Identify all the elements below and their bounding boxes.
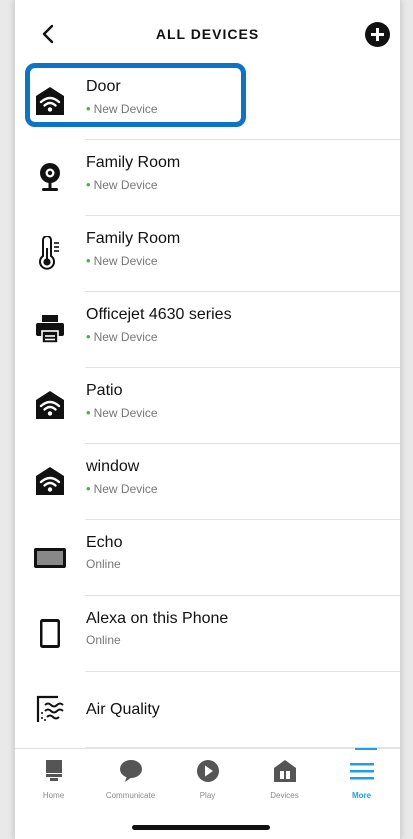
tab-label: Play — [199, 791, 216, 800]
wifi-home-icon — [36, 391, 64, 419]
header: ALL DEVICES — [15, 0, 400, 68]
device-status: • New Device — [86, 329, 158, 344]
device-name: Officejet 4630 series — [86, 306, 232, 323]
device-name: Echo — [86, 534, 123, 551]
device-row-echo[interactable]: Echo Online — [15, 520, 400, 596]
tab-label: Devices — [270, 791, 299, 800]
device-status: • New Device — [86, 253, 158, 268]
printer-icon — [36, 315, 64, 344]
device-row-family-room-camera[interactable]: Family Room • New Device — [15, 140, 400, 216]
chat-icon — [120, 760, 142, 782]
tab-label: Communicate — [105, 791, 156, 800]
tab-home[interactable]: Home — [15, 749, 92, 807]
device-status: Online — [86, 557, 121, 571]
device-list: Door • New Device Family Room • New Device — [15, 64, 400, 748]
device-row-family-room-thermostat[interactable]: Family Room • New Device — [15, 216, 400, 292]
home-indicator — [132, 825, 270, 830]
tab-more[interactable]: More — [323, 749, 400, 807]
device-status: • New Device — [86, 481, 158, 496]
devices-icon — [274, 760, 296, 782]
page-title: ALL DEVICES — [155, 26, 260, 42]
app-screen: ALL DEVICES Door • New Device Family Roo… — [14, 0, 401, 839]
device-name: Patio — [86, 382, 123, 399]
device-status: • New Device — [86, 177, 158, 192]
tab-play[interactable]: Play — [169, 749, 246, 807]
device-status: Online — [86, 633, 121, 647]
device-row-window[interactable]: window • New Device — [15, 444, 400, 520]
device-row-patio[interactable]: Patio • New Device — [15, 368, 400, 444]
tab-label: More — [351, 791, 372, 800]
wifi-home-icon — [36, 467, 64, 495]
device-row-officejet[interactable]: Officejet 4630 series • New Device — [15, 292, 400, 368]
tab-devices[interactable]: Devices — [246, 749, 323, 807]
device-status: • New Device — [86, 405, 158, 420]
device-name: Family Room — [86, 230, 181, 247]
device-row-alexa-phone[interactable]: Alexa on this Phone Online — [15, 596, 400, 672]
air-quality-icon — [36, 695, 64, 722]
device-name: window — [86, 458, 140, 475]
home-icon — [46, 760, 62, 781]
play-icon — [197, 760, 219, 782]
device-row-air-quality[interactable]: Air Quality — [15, 672, 400, 748]
thermometer-icon — [39, 236, 59, 270]
device-name: Air Quality — [86, 701, 160, 718]
device-name: Family Room — [86, 154, 181, 171]
camera-icon — [40, 163, 60, 191]
echo-show-icon — [34, 548, 66, 568]
tab-communicate[interactable]: Communicate — [92, 749, 169, 807]
phone-icon — [40, 619, 60, 648]
bottom-tab-bar: Home Communicate Play Devices More — [15, 748, 400, 807]
device-name: Alexa on this Phone — [86, 610, 229, 627]
tab-label: Home — [42, 791, 65, 800]
add-device-button[interactable] — [365, 22, 390, 47]
menu-icon — [350, 763, 374, 780]
selection-highlight — [25, 63, 246, 127]
